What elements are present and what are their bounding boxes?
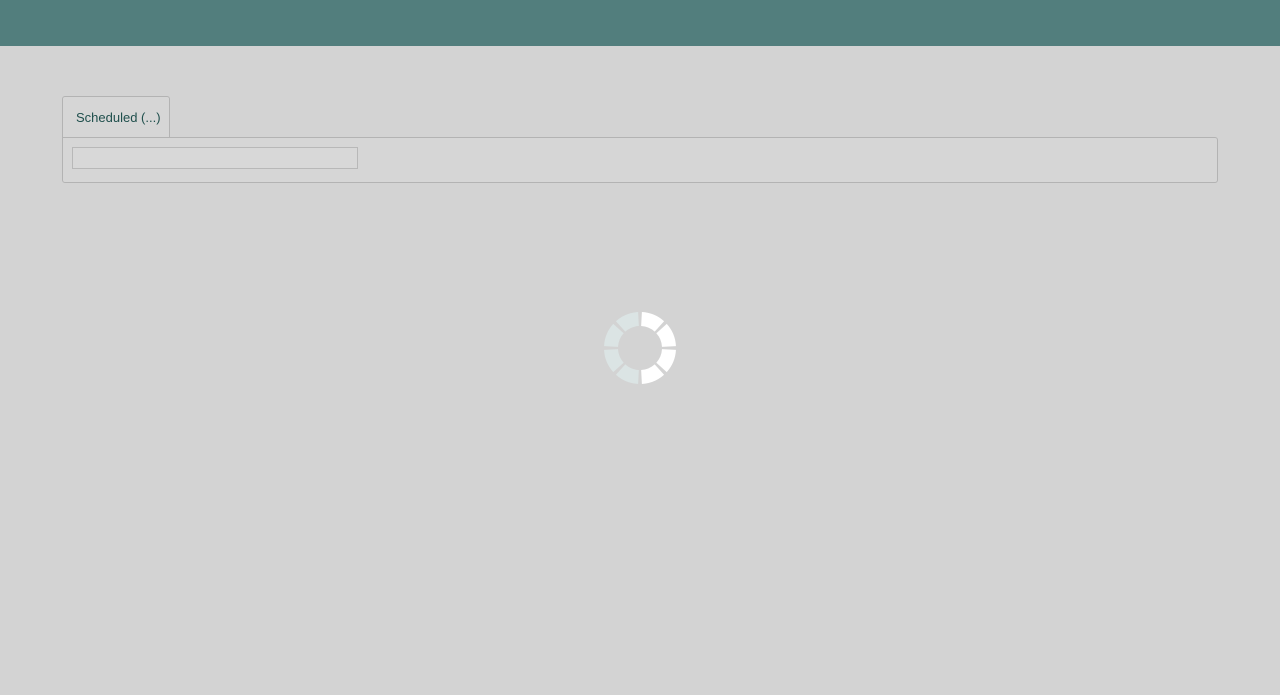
spinner-icon	[604, 312, 676, 384]
spinner-segment	[615, 364, 640, 384]
spinner-segment	[640, 312, 665, 332]
spinner-segment	[604, 323, 624, 348]
spinner-segment	[615, 312, 640, 332]
tab-scheduled[interactable]: Scheduled (...)	[62, 96, 170, 137]
spinner-segment	[656, 323, 676, 348]
spinner-segment	[604, 348, 624, 373]
spinner-segment	[640, 364, 665, 384]
loading-placeholder-bar	[72, 147, 358, 169]
spinner-segment	[656, 348, 676, 373]
tab-scheduled-label: Scheduled (...)	[76, 110, 161, 125]
top-header-bar	[0, 0, 1280, 46]
tab-panel	[62, 137, 1218, 183]
